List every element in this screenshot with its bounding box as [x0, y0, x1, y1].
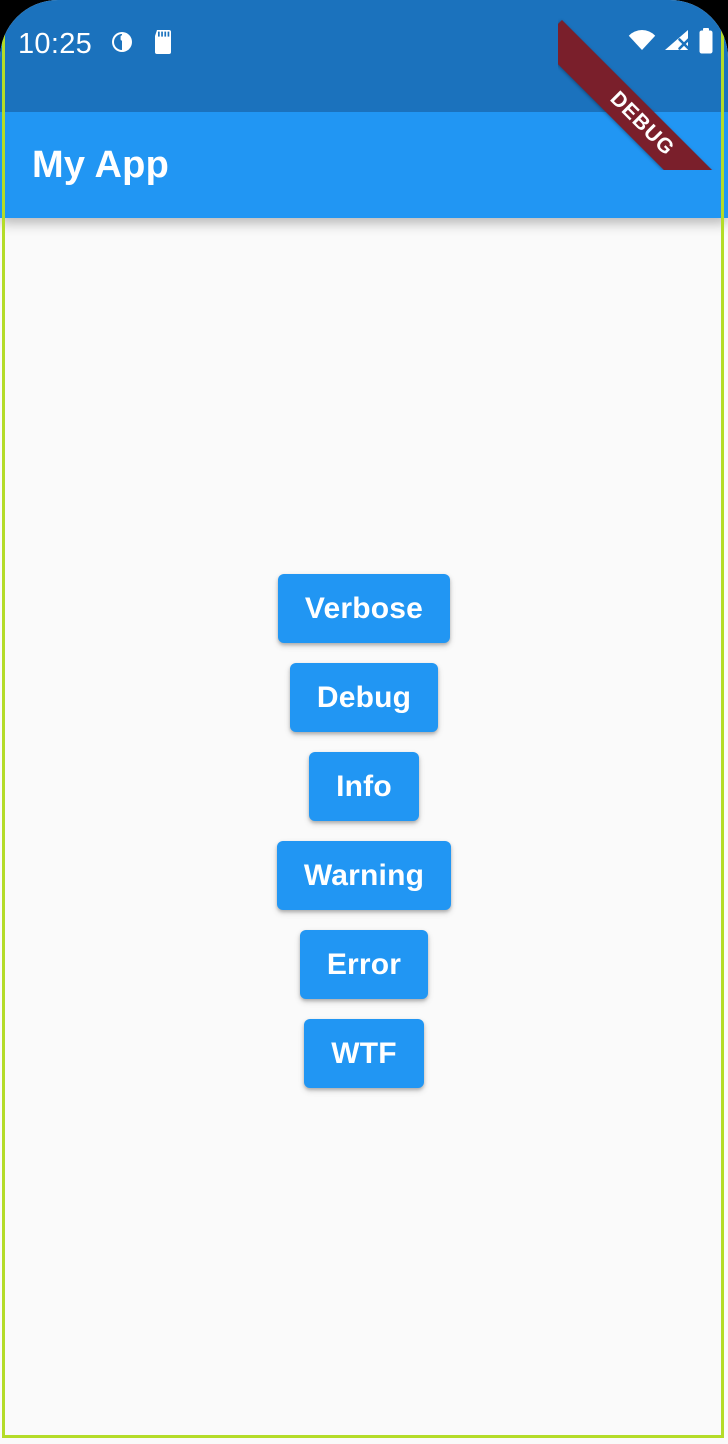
log-level-button-column: Verbose Debug Info Warning Error WTF [0, 218, 728, 1444]
device-frame: 10:25 DEBUG My App Verbose Debug Info Wa… [0, 0, 728, 1444]
main-content: Verbose Debug Info Warning Error WTF [0, 218, 728, 1444]
clock-alarm-icon [110, 30, 134, 59]
log-button-info[interactable]: Info [309, 752, 419, 821]
status-bar-clock: 10:25 [18, 28, 93, 60]
log-button-warning[interactable]: Warning [276, 841, 452, 910]
log-button-wtf[interactable]: WTF [304, 1019, 424, 1088]
app-bar-title: My App [32, 143, 170, 186]
status-bar-right-group [628, 28, 714, 59]
log-button-debug[interactable]: Debug [289, 663, 439, 732]
wifi-icon [628, 29, 656, 58]
battery-icon [698, 28, 714, 59]
log-button-verbose[interactable]: Verbose [277, 574, 451, 643]
app-bar: My App [0, 112, 728, 218]
log-button-error[interactable]: Error [299, 930, 429, 999]
phone-screen: 10:25 DEBUG My App Verbose Debug Info Wa… [0, 0, 728, 1444]
status-bar: 10:25 [0, 0, 728, 112]
status-bar-left-group: 10:25 [18, 27, 174, 61]
cellular-signal-off-icon [663, 29, 691, 58]
sd-card-icon [152, 29, 174, 59]
